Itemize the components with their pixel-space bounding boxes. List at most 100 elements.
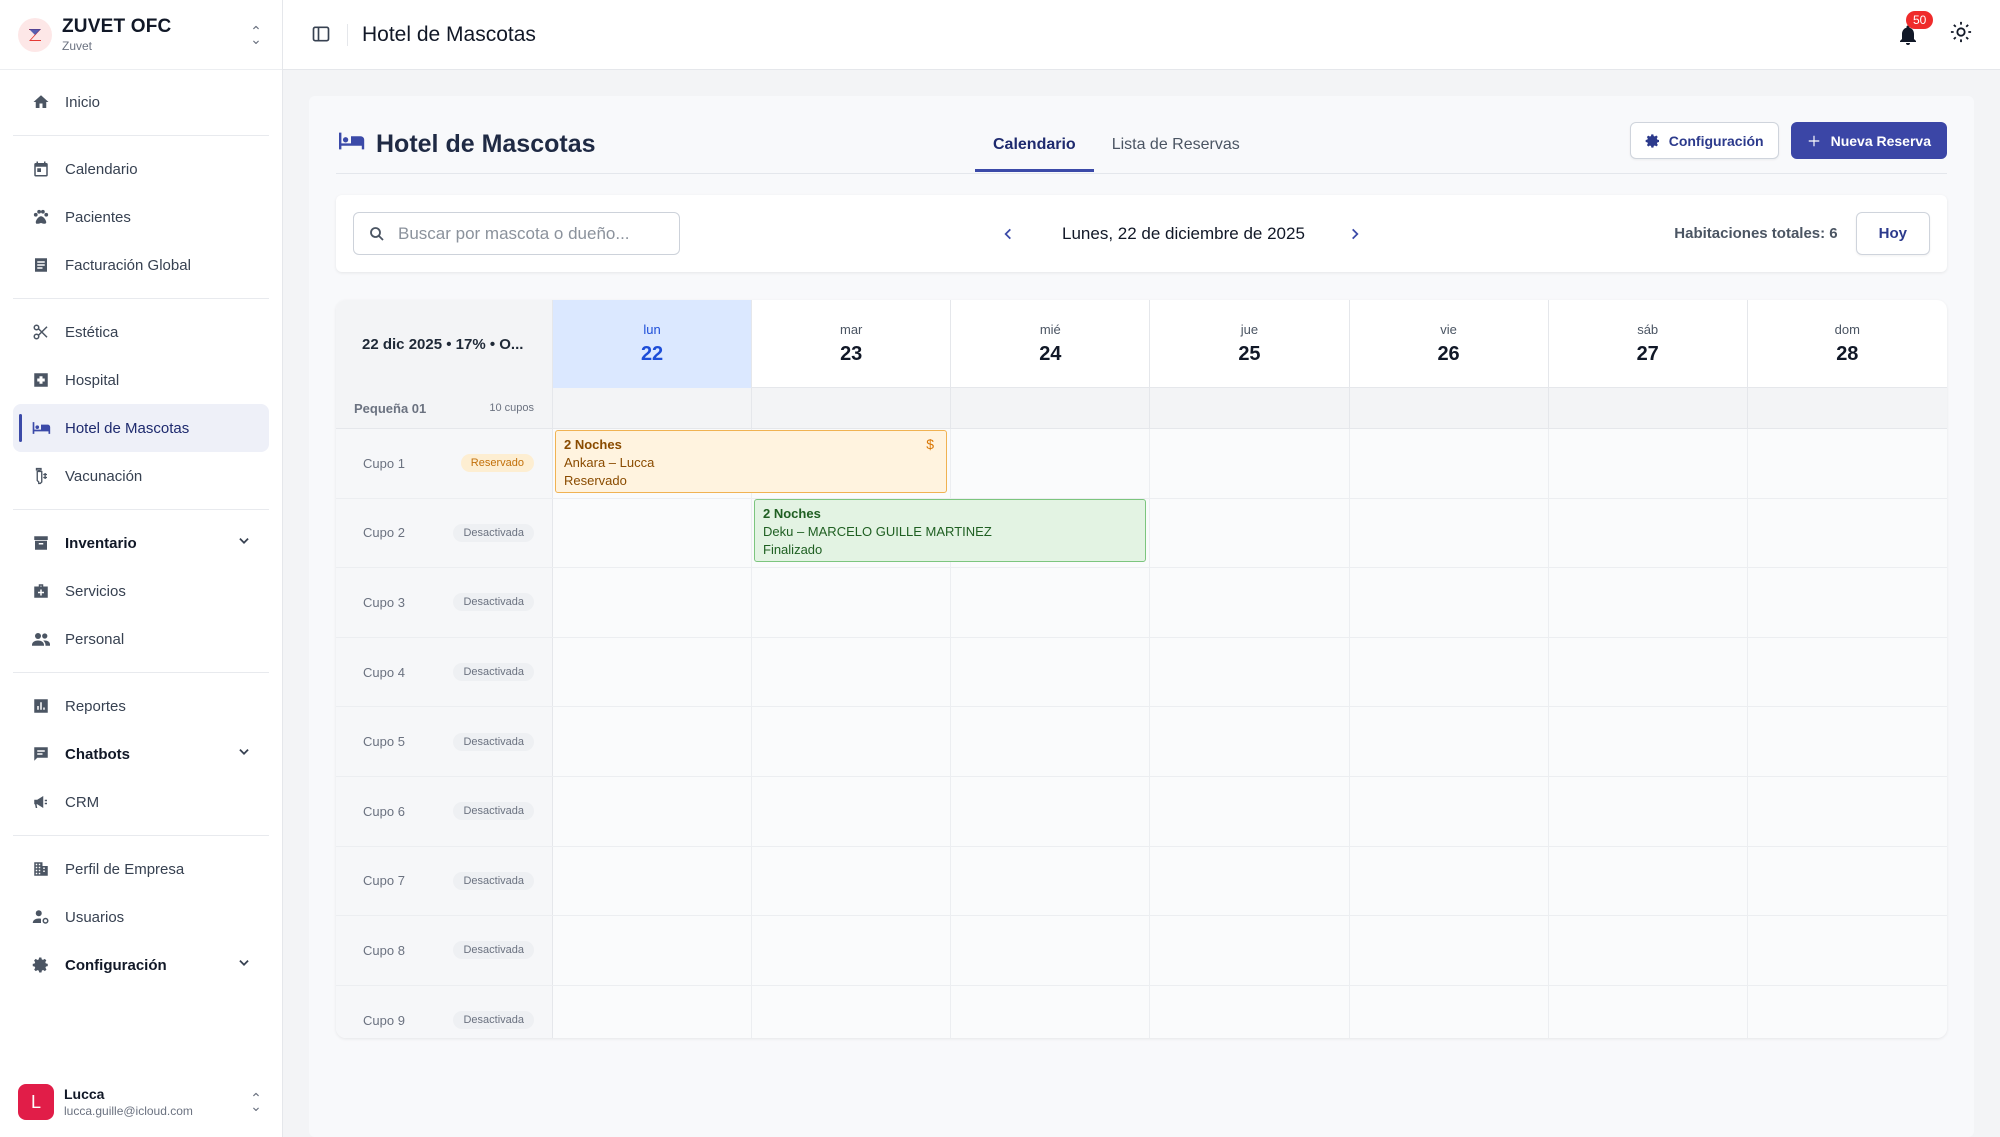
calendar-cell[interactable]	[752, 985, 952, 1038]
calendar-cell[interactable]	[1747, 707, 1947, 776]
theme-toggle-sun-icon[interactable]	[1950, 21, 1972, 48]
notifications-button[interactable]: 50	[1896, 10, 1934, 47]
sidebar-toggle-icon[interactable]	[311, 24, 333, 46]
calendar-cell[interactable]	[1548, 498, 1748, 568]
day-header[interactable]: sáb 27	[1549, 300, 1748, 388]
chevron-right-icon[interactable]	[1343, 222, 1367, 246]
sidebar-item-inicio[interactable]: Inicio	[13, 78, 269, 126]
calendar-cell[interactable]	[1548, 985, 1748, 1038]
chevron-down-icon[interactable]	[237, 745, 251, 763]
calendar-cell[interactable]	[752, 916, 952, 985]
today-button[interactable]: Hoy	[1855, 212, 1930, 255]
calendar-cell[interactable]	[1349, 498, 1549, 568]
user-menu[interactable]: L Lucca lucca.guille@icloud.com ⌃ ⌄	[0, 1067, 282, 1137]
calendar-cell[interactable]	[752, 707, 952, 776]
calendar-cell[interactable]	[1150, 707, 1350, 776]
day-header[interactable]: mié 24	[951, 300, 1151, 388]
booking-card-reserved[interactable]: 2 Noches Ankara – Lucca Reservado $	[555, 430, 947, 493]
sidebar-item-crm[interactable]: CRM	[13, 778, 269, 826]
sidebar-item-servicios[interactable]: Servicios	[13, 567, 269, 615]
sidebar-item-vacunacion[interactable]: Vacunación	[13, 452, 269, 500]
calendar-cell[interactable]	[1747, 429, 1947, 498]
search-input[interactable]	[398, 223, 658, 244]
calendar-cell[interactable]	[1150, 985, 1350, 1038]
chevron-updown-icon[interactable]: ⌃ ⌄	[248, 24, 264, 46]
calendar-cell[interactable]	[752, 568, 952, 637]
new-reservation-button[interactable]: Nueva Reserva	[1790, 122, 1947, 159]
calendar-cell[interactable]	[752, 637, 952, 707]
calendar-cell[interactable]	[1548, 916, 1748, 985]
calendar-cell[interactable]	[1349, 776, 1549, 846]
calendar-cell[interactable]	[752, 776, 952, 846]
calendar-cell[interactable]	[1548, 707, 1748, 776]
calendar-cell[interactable]	[553, 916, 753, 985]
day-header[interactable]: lun 22	[553, 300, 753, 388]
calendar-cell[interactable]	[951, 846, 1151, 916]
calendar-cell[interactable]	[1548, 568, 1748, 637]
config-button[interactable]: Configuración	[1629, 122, 1779, 159]
calendar-cell[interactable]	[1349, 846, 1549, 916]
calendar-cell[interactable]	[1747, 776, 1947, 846]
calendar-cell[interactable]	[1150, 568, 1350, 637]
calendar-cell[interactable]	[1747, 498, 1947, 568]
calendar-cell[interactable]	[553, 776, 753, 846]
calendar-cell[interactable]	[1349, 429, 1549, 498]
calendar-cell[interactable]	[1150, 846, 1350, 916]
sidebar-item-reportes[interactable]: Reportes	[13, 682, 269, 730]
calendar-cell[interactable]	[1349, 916, 1549, 985]
calendar-cell[interactable]	[951, 568, 1151, 637]
search-box[interactable]	[353, 212, 680, 255]
calendar-cell[interactable]	[553, 498, 753, 568]
calendar-cell[interactable]	[1349, 568, 1549, 637]
booking-card-finished[interactable]: 2 Noches Deku – MARCELO GUILLE MARTINEZ …	[754, 499, 1146, 562]
calendar-cell[interactable]	[1150, 429, 1350, 498]
calendar-cell[interactable]	[1150, 498, 1350, 568]
calendar-cell[interactable]	[1747, 568, 1947, 637]
sidebar-item-hospital[interactable]: Hospital	[13, 356, 269, 404]
calendar-cell[interactable]	[951, 916, 1151, 985]
chevron-down-icon[interactable]	[237, 534, 251, 552]
sidebar-item-estetica[interactable]: Estética	[13, 308, 269, 356]
calendar-cell[interactable]	[1747, 916, 1947, 985]
day-header[interactable]: vie 26	[1350, 300, 1549, 388]
sidebar-item-hotel-de-mascotas[interactable]: Hotel de Mascotas	[13, 404, 269, 452]
calendar-cell[interactable]	[1747, 637, 1947, 707]
brand-switcher[interactable]: ZUVET OFC Zuvet ⌃ ⌄	[0, 0, 282, 70]
calendar-cell[interactable]	[553, 985, 753, 1038]
calendar-cell[interactable]	[1349, 985, 1549, 1038]
tab-calendario[interactable]: Calendario	[975, 116, 1094, 174]
calendar-cell[interactable]	[1747, 846, 1947, 916]
calendar-cell[interactable]	[1548, 776, 1748, 846]
tab-lista-reservas[interactable]: Lista de Reservas	[1094, 116, 1258, 174]
day-header[interactable]: mar 23	[752, 300, 952, 388]
calendar-cell[interactable]	[1150, 776, 1350, 846]
sidebar-item-inventario[interactable]: Inventario	[13, 519, 269, 567]
calendar-cell[interactable]	[1349, 707, 1549, 776]
calendar-cell[interactable]	[553, 568, 753, 637]
calendar-cell[interactable]	[951, 707, 1151, 776]
calendar-cell[interactable]	[1150, 916, 1350, 985]
calendar-cell[interactable]	[951, 429, 1151, 498]
calendar-cell[interactable]	[1349, 637, 1549, 707]
day-header[interactable]: jue 25	[1150, 300, 1350, 388]
chevron-down-icon[interactable]	[237, 956, 251, 974]
calendar-cell[interactable]	[553, 707, 753, 776]
chevron-updown-icon[interactable]: ⌃ ⌄	[248, 1091, 264, 1113]
sidebar-item-configuracion[interactable]: Configuración	[13, 941, 269, 989]
calendar-cell[interactable]	[752, 846, 952, 916]
calendar-cell[interactable]	[553, 637, 753, 707]
chevron-left-icon[interactable]	[996, 222, 1020, 246]
calendar-cell[interactable]	[553, 846, 753, 916]
calendar-cell[interactable]	[1548, 637, 1748, 707]
calendar-cell[interactable]	[1548, 429, 1748, 498]
day-header[interactable]: dom 28	[1748, 300, 1947, 388]
calendar-cell[interactable]	[951, 637, 1151, 707]
sidebar-item-personal[interactable]: Personal	[13, 615, 269, 663]
calendar-cell[interactable]	[951, 776, 1151, 846]
sidebar-item-facturacion[interactable]: Facturación Global	[13, 241, 269, 289]
sidebar-item-perfil-empresa[interactable]: Perfil de Empresa	[13, 845, 269, 893]
calendar-cell[interactable]	[1548, 846, 1748, 916]
sidebar-item-pacientes[interactable]: Pacientes	[13, 193, 269, 241]
calendar-cell[interactable]	[1747, 985, 1947, 1038]
calendar-cell[interactable]	[951, 985, 1151, 1038]
